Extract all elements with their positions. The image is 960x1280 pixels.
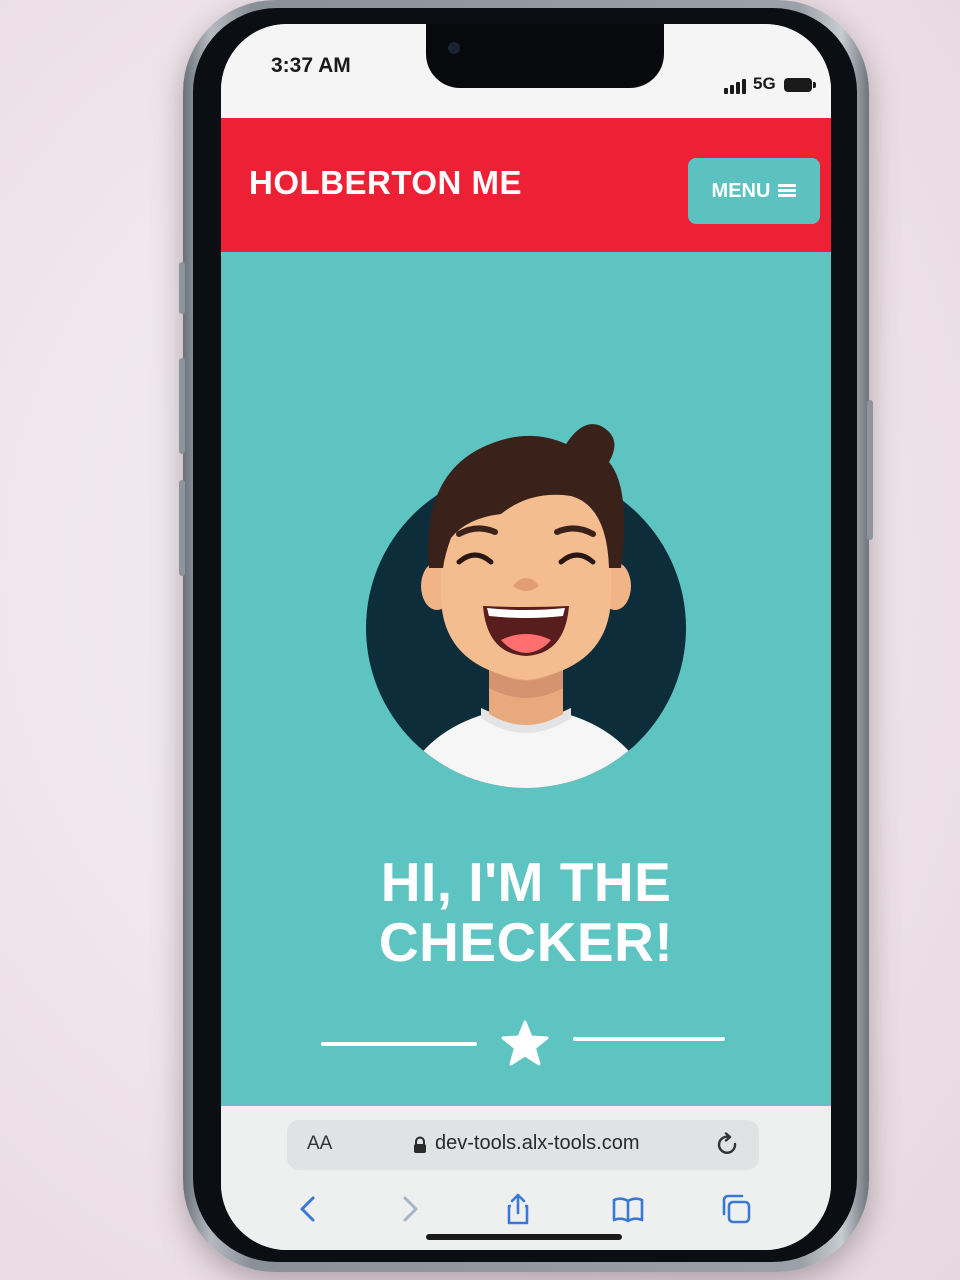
camera-icon (448, 42, 460, 54)
battery-icon (784, 78, 816, 92)
phone-screen: 3:37 AM 5G HOLBERTON ME MENU HI, I'M THE… (221, 24, 831, 1250)
menu-button-label: MENU (711, 179, 771, 202)
notch (426, 24, 664, 88)
reload-icon[interactable] (715, 1132, 741, 1158)
status-bar: 3:37 AM 5G (221, 24, 831, 118)
hero-title-line1: HI, I'M THE (380, 851, 672, 913)
back-icon[interactable] (291, 1192, 325, 1226)
hamburger-icon (778, 184, 797, 198)
star-icon (501, 1020, 549, 1066)
lock-icon (414, 1136, 426, 1153)
address-bar[interactable]: AA dev-tools.alx-tools.com (287, 1120, 759, 1170)
network-type: 5G (753, 74, 776, 93)
forward-icon[interactable] (393, 1192, 427, 1226)
text-size-button[interactable]: AA (307, 1133, 332, 1155)
volume-up-button (179, 358, 185, 454)
volume-down-button (179, 480, 185, 576)
status-time: 3:37 AM (271, 54, 351, 77)
hero-section: HI, I'M THE CHECKER! (221, 252, 831, 1106)
smiling-person-avatar-icon (366, 424, 686, 788)
site-header: HOLBERTON ME MENU (221, 118, 831, 252)
phone-frame: 3:37 AM 5G HOLBERTON ME MENU HI, I'M THE… (179, 0, 873, 1272)
signal-icon (724, 78, 748, 94)
site-brand[interactable]: HOLBERTON ME (249, 164, 522, 202)
url-text[interactable]: dev-tools.alx-tools.com (435, 1132, 640, 1155)
home-indicator[interactable] (426, 1234, 622, 1240)
power-button (867, 400, 873, 540)
phone-bezel: 3:37 AM 5G HOLBERTON ME MENU HI, I'M THE… (193, 8, 857, 1262)
silent-switch (179, 262, 185, 314)
divider-line-right (573, 1037, 725, 1041)
menu-button[interactable]: MENU (688, 158, 820, 224)
share-icon[interactable] (501, 1192, 535, 1226)
divider-line-left (321, 1042, 477, 1046)
bookmarks-icon[interactable] (611, 1192, 645, 1226)
browser-toolbar: AA dev-tools.alx-tools.com (221, 1106, 831, 1250)
hero-title: HI, I'M THE CHECKER! (221, 852, 831, 972)
tabs-icon[interactable] (719, 1192, 753, 1226)
hero-title-line2: CHECKER! (378, 911, 674, 973)
